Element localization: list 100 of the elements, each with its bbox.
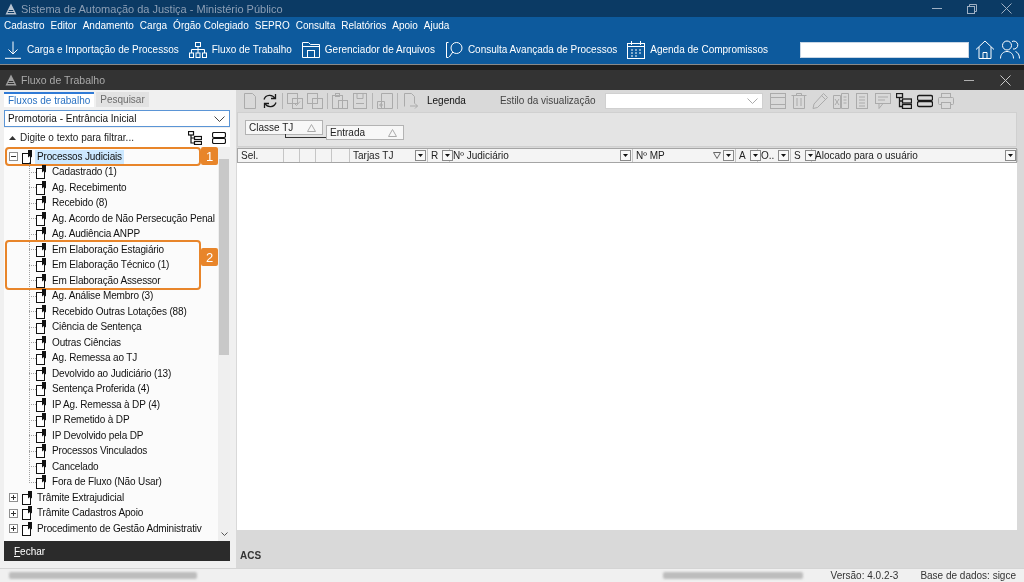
- column-menu-button[interactable]: [620, 150, 631, 161]
- tab[interactable]: Fluxos de trabalho: [4, 92, 95, 107]
- group-by-chip[interactable]: Entrada: [326, 125, 404, 140]
- tree-item[interactable]: IP Remetido à DP: [50, 413, 132, 428]
- tree-item[interactable]: Ciência de Sentença: [50, 320, 144, 335]
- toolbar-button[interactable]: Agenda de Compromissos: [627, 39, 769, 60]
- home-icon[interactable]: [975, 40, 995, 59]
- column-header[interactable]: S: [794, 150, 801, 161]
- stack-icon[interactable]: [212, 131, 226, 144]
- plus-box-icon[interactable]: [9, 524, 18, 534]
- close-icon[interactable]: [1001, 3, 1012, 14]
- tree-item[interactable]: Procedimento de Gestão Administrativ: [35, 521, 204, 536]
- filter-icon[interactable]: [713, 152, 721, 159]
- tree-item[interactable]: Recebido Outras Lotações (88): [50, 304, 189, 319]
- menu-item[interactable]: Cadastro: [1, 18, 48, 34]
- menu-item[interactable]: Andamento: [79, 18, 137, 34]
- callout-badge: 2: [201, 248, 218, 266]
- tree-item[interactable]: Processos Judiciais: [35, 149, 124, 164]
- tree-item[interactable]: Em Elaboração Técnico (1): [50, 258, 172, 273]
- menu-item[interactable]: Consulta: [292, 18, 339, 34]
- column-header[interactable]: Nº Judiciário: [453, 150, 509, 161]
- tree-item[interactable]: Ag. Remessa ao TJ: [50, 351, 140, 366]
- tree-item[interactable]: Ag. Recebimento: [50, 180, 129, 195]
- plus-box-icon[interactable]: [9, 508, 18, 518]
- column-header[interactable]: Alocado para o usuário: [815, 150, 918, 161]
- tree-item[interactable]: Em Elaboração Estagiário: [50, 242, 166, 257]
- chevron-down-icon[interactable]: [220, 532, 228, 536]
- callout-badge: 1: [201, 147, 218, 165]
- caret-down-icon: [752, 154, 758, 157]
- tree-item[interactable]: Sentença Proferida (4): [50, 382, 152, 397]
- tree-item[interactable]: Fora de Fluxo (Não Usar): [50, 475, 164, 490]
- search-field[interactable]: [800, 41, 969, 58]
- column-header[interactable]: Tarjas TJ: [353, 150, 394, 161]
- tree-item[interactable]: Processos Vinculados: [50, 444, 150, 459]
- caret-down-icon: [781, 154, 787, 157]
- tree-item[interactable]: Recebido (8): [50, 196, 110, 211]
- tree-item[interactable]: Devolvido ao Judiciário (13): [50, 366, 174, 381]
- tree-icon[interactable]: [188, 130, 202, 145]
- toolbar-button[interactable]: Consulta Avançada de Processos: [444, 39, 618, 60]
- toolbar-button[interactable]: Carga e Importação de Processos: [4, 39, 179, 60]
- minus-box-icon[interactable]: [9, 152, 18, 162]
- close-icon[interactable]: [1000, 74, 1011, 86]
- menu-item[interactable]: Relatórios: [338, 18, 390, 34]
- view-style-label: Estilo da visualização: [499, 95, 596, 106]
- tab[interactable]: Pesquisar: [96, 92, 149, 107]
- document-icon: [22, 506, 33, 521]
- toolbar-button[interactable]: Fluxo de Trabalho: [188, 39, 292, 60]
- scrollbar-thumb[interactable]: [219, 159, 229, 355]
- menu-item[interactable]: Órgão Colegiado: [170, 18, 252, 34]
- tree-item[interactable]: Ag. Análise Membro (3): [50, 289, 156, 304]
- document-icon: [36, 180, 47, 195]
- chevron-down-icon: [214, 115, 225, 122]
- window-title: Sistema de Automação da Justiça - Ministério Público: [21, 2, 284, 15]
- restore-icon[interactable]: [966, 3, 977, 14]
- tree-item[interactable]: Ag. Acordo de Não Persecução Penal: [50, 211, 217, 226]
- column-menu-button[interactable]: [804, 150, 816, 161]
- column-menu-button[interactable]: [749, 150, 761, 161]
- tree-item[interactable]: IP Devolvido pela DP: [50, 428, 146, 443]
- document-icon: [36, 211, 47, 226]
- minimize-icon[interactable]: [931, 8, 942, 9]
- legend-button[interactable]: Legenda: [427, 95, 466, 106]
- menu-item[interactable]: Editor: [47, 18, 80, 34]
- column-header[interactable]: O..: [761, 150, 775, 161]
- stack-icon[interactable]: [916, 92, 933, 109]
- menu-item[interactable]: Carga: [136, 18, 171, 34]
- toolbar-button[interactable]: Gerenciador de Arquivos: [301, 39, 435, 60]
- menu-item[interactable]: SEPRO: [251, 18, 293, 34]
- plus-box-icon[interactable]: [9, 493, 18, 503]
- tree-item[interactable]: Ag. Audiência ANPP: [50, 227, 142, 242]
- column-menu-button[interactable]: [442, 150, 454, 161]
- tree-item[interactable]: Outras Ciências: [50, 335, 123, 350]
- flow-select[interactable]: Promotoria - Entrância Inicial: [4, 110, 230, 127]
- group-by-chip[interactable]: Classe TJ: [245, 120, 323, 135]
- tree-item[interactable]: Cancelado: [50, 459, 101, 474]
- menu-item[interactable]: Apoio: [389, 18, 421, 34]
- tree-item[interactable]: Em Elaboração Assessor: [50, 273, 163, 288]
- tree-item[interactable]: Cadastrado (1): [50, 165, 119, 180]
- column-menu-button[interactable]: [1005, 150, 1016, 161]
- org-chart-icon: [188, 41, 207, 58]
- folder-icon: [301, 41, 320, 58]
- minimize-icon[interactable]: [963, 79, 974, 81]
- tree-icon[interactable]: [895, 92, 912, 109]
- caret-up-icon[interactable]: [9, 135, 16, 140]
- tree-item[interactable]: Trâmite Cadastros Apoio: [35, 506, 146, 521]
- column-header[interactable]: Nº MP: [636, 150, 665, 161]
- tree-item[interactable]: IP Ag. Remessa à DP (4): [50, 397, 162, 412]
- menu-item[interactable]: Ajuda: [420, 18, 453, 34]
- refresh-icon[interactable]: [262, 92, 278, 109]
- column-menu-button[interactable]: [415, 150, 426, 161]
- document-icon: [36, 320, 47, 335]
- tree-item[interactable]: Trâmite Extrajudicial: [35, 490, 127, 505]
- scrollbar[interactable]: [218, 147, 230, 541]
- column-menu-button[interactable]: [723, 150, 734, 161]
- column-header[interactable]: Sel.: [241, 150, 259, 161]
- column-header[interactable]: R: [431, 150, 439, 161]
- users-icon[interactable]: [1000, 40, 1020, 59]
- column-menu-button[interactable]: [778, 150, 790, 161]
- document-icon: [36, 366, 47, 381]
- column-header[interactable]: A: [739, 150, 746, 161]
- close-button[interactable]: Fechar: [4, 541, 230, 561]
